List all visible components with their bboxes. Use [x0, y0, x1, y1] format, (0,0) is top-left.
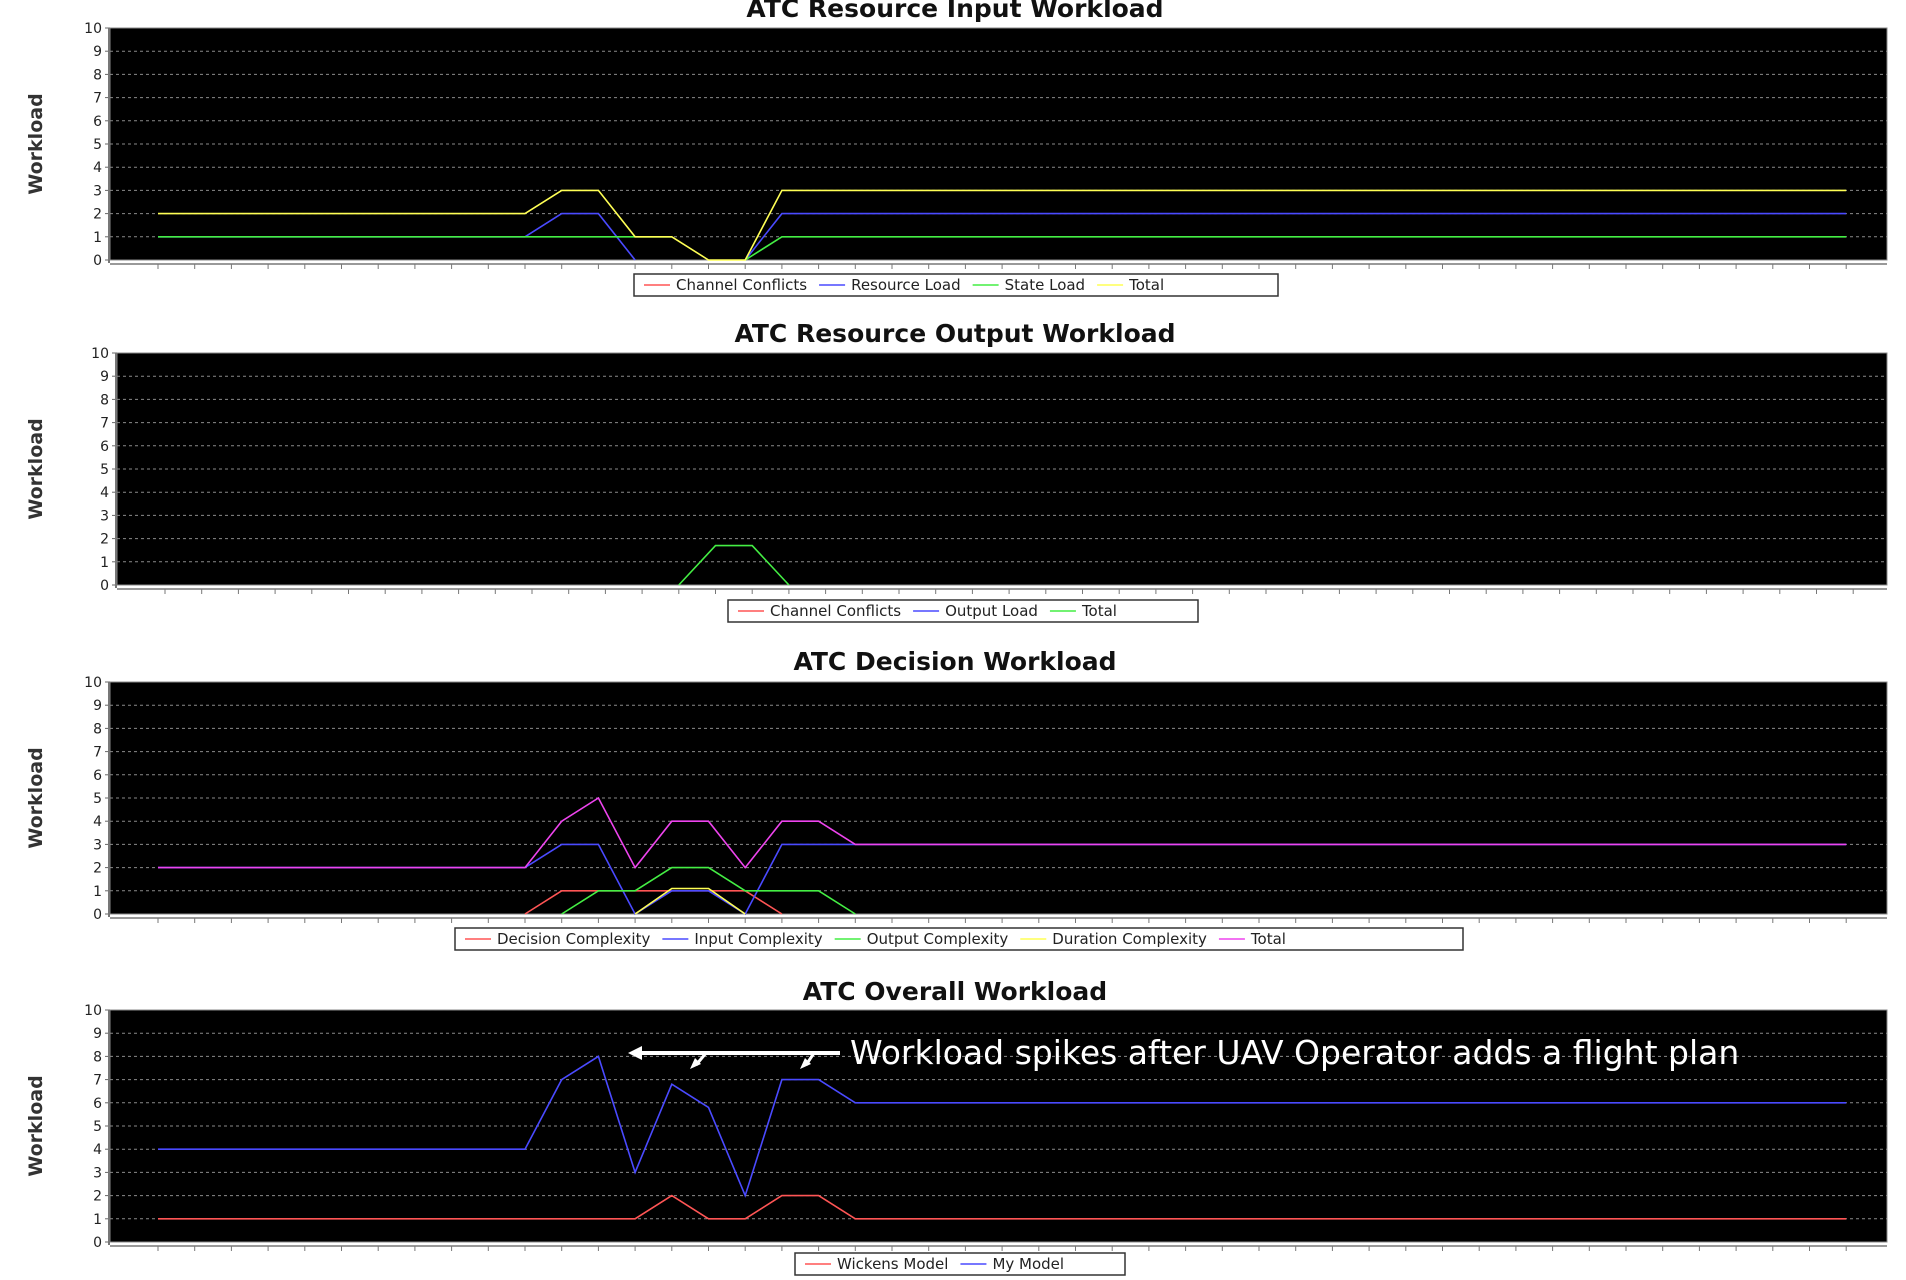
- y-tick-label: 0: [100, 578, 109, 594]
- y-tick-label: 4: [93, 160, 102, 176]
- y-tick-label: 0: [93, 253, 102, 269]
- y-tick-label: 2: [93, 207, 102, 223]
- y-tick-label: 1: [93, 884, 102, 900]
- y-tick-label: 0: [93, 907, 102, 923]
- legend-entry: Resource Load: [851, 276, 961, 294]
- y-axis-label: Workload: [25, 93, 47, 194]
- y-tick-label: 8: [93, 721, 102, 737]
- y-tick-label: 9: [93, 698, 102, 714]
- legend-entry: Input Complexity: [694, 930, 822, 948]
- y-tick-label: 1: [93, 230, 102, 246]
- annotation-text: Workload spikes after UAV Operator adds …: [850, 1033, 1739, 1072]
- y-tick-label: 3: [93, 837, 102, 853]
- y-tick-label: 4: [93, 814, 102, 830]
- legend-entry: Wickens Model: [837, 1255, 948, 1273]
- legend: Channel Conflicts Resource Load State Load…: [633, 273, 1279, 297]
- y-tick-label: 8: [93, 67, 102, 83]
- y-tick-label: 7: [93, 1073, 102, 1089]
- y-tick-label: 5: [93, 791, 102, 807]
- legend-entry: Output Load: [945, 602, 1038, 620]
- chart-panel-1: ATC Resource Output Workload 0 1 2 3 4 5 6 7 8 9 10…: [25, 319, 1888, 623]
- y-tick-label: 6: [93, 114, 102, 130]
- chart-title: ATC Resource Input Workload: [746, 0, 1163, 23]
- legend-entry: Duration Complexity: [1052, 930, 1207, 948]
- y-tick-label: 5: [100, 462, 109, 478]
- y-tick-label: 2: [93, 861, 102, 877]
- legend: Channel Conflicts Output Load Total: [727, 599, 1199, 623]
- y-tick-label: 7: [93, 91, 102, 107]
- y-tick-label: 3: [93, 1165, 102, 1181]
- workload-charts: ATC Resource Input Workload012345678910W…: [25, 0, 1888, 1276]
- chart-title: ATC Overall Workload: [803, 977, 1107, 1006]
- y-tick-label: 5: [93, 137, 102, 153]
- y-tick-label: 0: [93, 1235, 102, 1251]
- y-tick-label: 2: [100, 532, 109, 548]
- legend-entry: Total: [1128, 276, 1164, 294]
- y-tick-label: 10: [84, 21, 102, 37]
- y-tick-label: 3: [100, 508, 109, 524]
- chart-panel-2: ATC Decision Workload 0 1 2 3 4 5 6 7 8 9 10 Workloa…: [25, 647, 1888, 951]
- legend-entry: Channel Conflicts: [770, 602, 901, 620]
- y-tick-label: 4: [100, 485, 109, 501]
- y-tick-label: 9: [93, 44, 102, 60]
- y-axis-label: Workload: [25, 1075, 47, 1176]
- legend: Decision Complexity Input Complexity Outpu…: [454, 927, 1464, 951]
- y-tick-label: 5: [93, 1119, 102, 1135]
- y-tick-label: 9: [100, 369, 109, 385]
- y-tick-label: 10: [91, 346, 109, 362]
- chart-title: ATC Resource Output Workload: [734, 319, 1175, 348]
- legend-entry: Total: [1081, 602, 1117, 620]
- legend-entry: My Model: [992, 1255, 1064, 1273]
- y-tick-label: 10: [84, 675, 102, 691]
- legend-entry: Total: [1250, 930, 1286, 948]
- legend: Wickens Model My Model: [794, 1252, 1126, 1276]
- y-tick-label: 10: [84, 1003, 102, 1019]
- y-tick-label: 6: [93, 768, 102, 784]
- y-axis-label: Workload: [25, 418, 47, 519]
- y-tick-label: 3: [93, 183, 102, 199]
- y-tick-label: 1: [93, 1212, 102, 1228]
- legend-entry: Channel Conflicts: [676, 276, 807, 294]
- legend-entry: Output Complexity: [867, 930, 1009, 948]
- legend-entry: Decision Complexity: [497, 930, 650, 948]
- y-tick-label: 2: [93, 1189, 102, 1205]
- y-tick-label: 9: [93, 1026, 102, 1042]
- legend-entry: State Load: [1005, 276, 1085, 294]
- y-tick-label: 7: [100, 416, 109, 432]
- chart-panel-3: ATC Overall Workload 0 1 2 3 4 5 6 7 8 9 10 Workload…: [25, 977, 1888, 1276]
- y-tick-label: 8: [100, 392, 109, 408]
- chart-panel-0: ATC Resource Input Workload 0 1 2 3 4 5 6 7 8 9 10 W…: [25, 0, 1888, 297]
- y-tick-label: 7: [93, 745, 102, 761]
- y-axis-label: Workload: [25, 747, 47, 848]
- y-tick-label: 8: [93, 1049, 102, 1065]
- y-tick-label: 6: [93, 1096, 102, 1112]
- y-tick-label: 6: [100, 439, 109, 455]
- chart-title: ATC Decision Workload: [793, 647, 1116, 676]
- y-tick-label: 4: [93, 1142, 102, 1158]
- y-tick-label: 1: [100, 555, 109, 571]
